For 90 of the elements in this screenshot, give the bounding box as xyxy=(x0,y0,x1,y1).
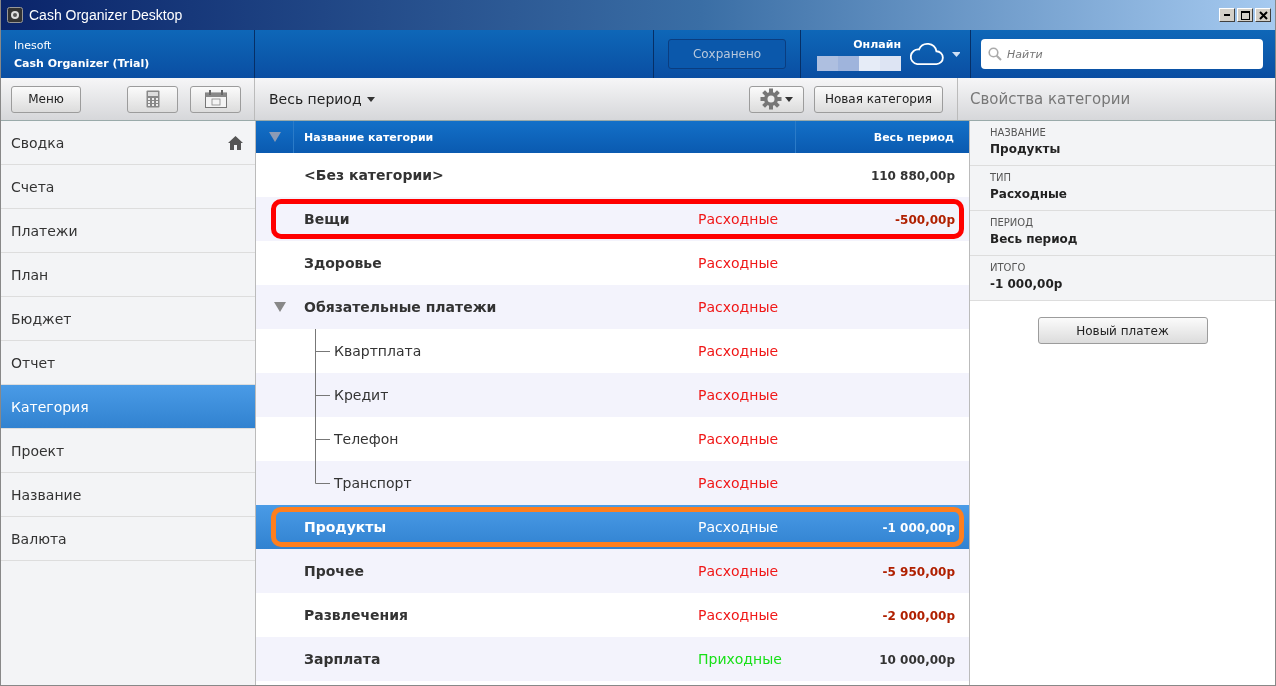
column-header[interactable]: Название категории xyxy=(304,130,434,144)
category-type: Расходные xyxy=(698,343,779,359)
sidebar-item[interactable]: Счета xyxy=(1,165,255,209)
category-name: Продукты xyxy=(304,519,387,535)
category-name: Обязательные платежи xyxy=(304,299,497,315)
caret-icon[interactable] xyxy=(951,51,960,57)
property-label: ПЕРИОД xyxy=(990,217,1035,228)
sidebar-item[interactable]: Сводка xyxy=(1,121,255,165)
save-status-button[interactable]: Сохранено xyxy=(668,39,786,69)
category-name: <Без категории> xyxy=(304,167,444,183)
category-name: Квартплата xyxy=(334,343,422,359)
category-name: Транспорт xyxy=(334,475,412,491)
category-type: Расходные xyxy=(698,387,779,403)
category-row[interactable]: Прочее Расходные -5 950,00р xyxy=(256,549,969,593)
panel-title: Свойства категории xyxy=(970,90,1131,108)
property-value: Расходные xyxy=(990,187,1068,201)
category-type: Приходные xyxy=(698,651,782,667)
property-label: ТИП xyxy=(990,172,1013,183)
category-amount: -1 000,00р xyxy=(882,521,955,535)
online-label: Онлайн xyxy=(853,37,901,51)
category-name: Телефон xyxy=(334,431,399,447)
tree-line xyxy=(314,373,330,417)
category-type: Расходные xyxy=(698,607,779,623)
settings-icon xyxy=(759,88,782,110)
caret-icon xyxy=(784,96,793,102)
category-name: Здоровье xyxy=(304,255,382,271)
cloud-icon[interactable] xyxy=(909,41,944,67)
menu-button[interactable]: Меню xyxy=(11,85,81,113)
category-type: Расходные xyxy=(698,519,779,535)
category-name: Прочее xyxy=(304,563,364,579)
property-label: ИТОГО xyxy=(990,262,1027,273)
product-name: Cash Organizer (Trial) xyxy=(14,56,151,70)
minimize-button[interactable] xyxy=(1219,8,1235,22)
category-row[interactable]: Телефон Расходные xyxy=(256,417,969,461)
calculator-button[interactable] xyxy=(127,85,178,113)
property-value: Продукты xyxy=(990,142,1062,156)
new-payment-button[interactable]: Новый платеж xyxy=(1037,317,1208,344)
search-icon xyxy=(988,47,1002,61)
category-type: Расходные xyxy=(698,563,779,579)
maximize-icon xyxy=(1240,10,1250,20)
calculator-icon xyxy=(145,90,160,108)
property-value: -1 000,00р xyxy=(990,277,1064,291)
column-header[interactable]: Весь период xyxy=(873,130,954,144)
sidebar-item[interactable]: Валюта xyxy=(1,517,255,561)
category-row[interactable]: Кредит Расходные xyxy=(256,373,969,417)
search-field[interactable]: Найти xyxy=(981,39,1263,69)
calendar-button[interactable] xyxy=(190,85,241,113)
category-amount: -5 950,00р xyxy=(882,565,955,579)
category-type: Расходные xyxy=(698,255,779,271)
category-name: Кредит xyxy=(334,387,389,403)
sidebar-item[interactable]: Проект xyxy=(1,429,255,473)
category-row[interactable]: Вещи Расходные -500,00р xyxy=(256,197,969,241)
category-type: Расходные xyxy=(698,211,779,227)
minimize-icon xyxy=(1224,14,1230,16)
category-amount: 10 000,00р xyxy=(879,653,955,667)
sidebar-item[interactable]: Бюджет xyxy=(1,297,255,341)
property-label: НАЗВАНИЕ xyxy=(990,127,1047,138)
expand-toggle-icon[interactable] xyxy=(274,302,286,312)
category-amount: -2 000,00р xyxy=(882,609,955,623)
category-type: Расходные xyxy=(698,475,779,491)
close-icon xyxy=(1258,10,1268,20)
sidebar-item[interactable]: Платежи xyxy=(1,209,255,253)
category-amount: 110 880,00р xyxy=(870,169,955,183)
company-name: Inesoft xyxy=(14,38,53,52)
caret-icon xyxy=(366,96,375,102)
category-row[interactable]: Здоровье Расходные xyxy=(256,241,969,285)
property-value: Весь период xyxy=(990,232,1079,246)
period-dropdown[interactable]: Весь период xyxy=(269,91,375,107)
calendar-icon xyxy=(204,90,227,108)
category-row[interactable]: Развлечения Расходные -2 000,00р xyxy=(256,593,969,637)
app-icon xyxy=(7,7,23,23)
new-category-button[interactable]: Новая категория xyxy=(813,85,943,113)
category-row[interactable]: Квартплата Расходные xyxy=(256,329,969,373)
category-row[interactable]: Зарплата Приходные 10 000,00р xyxy=(256,637,969,681)
category-amount: -500,00р xyxy=(895,213,955,227)
category-row[interactable]: <Без категории> 110 880,00р xyxy=(256,153,969,197)
category-name: Зарплата xyxy=(304,651,381,667)
window-title: Cash Organizer Desktop xyxy=(29,7,183,23)
sidebar-item[interactable]: План xyxy=(1,253,255,297)
close-button[interactable] xyxy=(1255,8,1271,22)
sidebar-item[interactable]: Название xyxy=(1,473,255,517)
settings-button[interactable] xyxy=(748,85,804,113)
maximize-button[interactable] xyxy=(1237,8,1253,22)
category-row[interactable]: Транспорт Расходные xyxy=(256,461,969,505)
category-row[interactable]: Обязательные платежи Расходные xyxy=(256,285,969,329)
category-name: Развлечения xyxy=(304,607,409,623)
category-type: Расходные xyxy=(698,299,779,315)
tree-line xyxy=(314,329,330,373)
category-name: Вещи xyxy=(304,211,350,227)
category-type: Расходные xyxy=(698,431,779,447)
